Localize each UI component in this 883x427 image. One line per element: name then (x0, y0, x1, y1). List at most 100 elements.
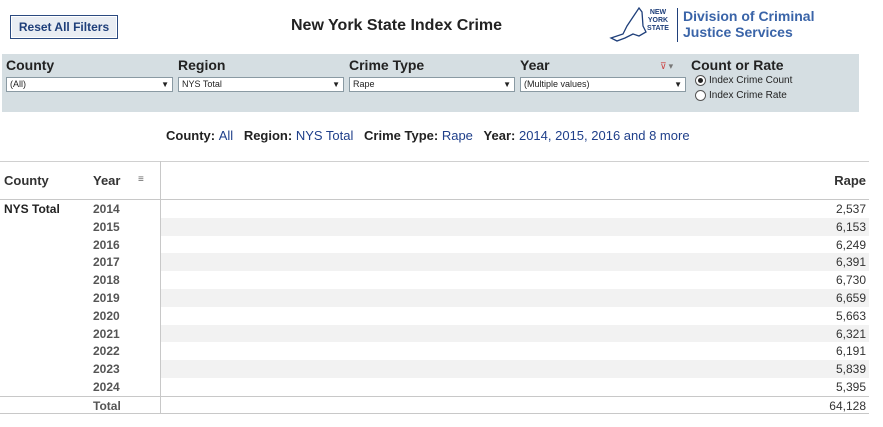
row-year: 2016 (93, 237, 120, 252)
row-band (161, 271, 869, 289)
row-value: 6,153 (835, 219, 866, 234)
logo-divider (677, 8, 678, 42)
row-year: 2014 (93, 202, 120, 216)
row-year: 2023 (93, 362, 120, 377)
logo-line-2: Justice Services (683, 24, 793, 40)
row-band (161, 397, 869, 413)
radio-selected-icon[interactable] (695, 75, 706, 86)
table-total-row: Total 64,128 (0, 395, 869, 414)
county-dropdown-value: (All) (10, 79, 26, 89)
logo-agency-name: Division of Criminal Justice Services (683, 8, 814, 40)
reset-all-filters-button[interactable]: Reset All Filters (10, 15, 118, 39)
radio-index-crime-count[interactable]: Index Crime Count (695, 75, 792, 86)
county-filter: County (All) ▼ (6, 57, 173, 92)
filter-summary: County: All Region: NYS Total Crime Type… (166, 128, 690, 143)
row-value: 5,839 (835, 362, 866, 377)
table-row: 2020 5,663 (0, 307, 869, 325)
page-title: New York State Index Crime (291, 17, 503, 34)
total-value: 64,128 (829, 398, 866, 413)
summary-county-value: All (218, 128, 234, 143)
summary-year-value: 2014, 2015, 2016 and 8 more (518, 128, 690, 143)
row-band (161, 378, 869, 396)
summary-region-key: Region (243, 128, 288, 143)
row-band (161, 342, 869, 360)
county-dropdown[interactable]: (All) ▼ (6, 77, 173, 92)
chevron-down-icon: ▼ (674, 80, 682, 89)
radio-label-rate: Index Crime Rate (709, 90, 787, 101)
table-row: 2023 5,839 (0, 360, 869, 378)
row-value: 6,730 (835, 273, 866, 288)
column-header-county[interactable]: County (4, 173, 49, 188)
chevron-down-icon: ▼ (161, 80, 169, 89)
summary-crime-key: Crime Type: (364, 128, 439, 143)
radio-unselected-icon[interactable] (695, 90, 706, 101)
row-value: 6,249 (835, 237, 866, 252)
table-header: County Year ≡ Rape (0, 161, 869, 200)
region-filter: Region NYS Total ▼ (178, 57, 344, 92)
row-value: 5,395 (835, 379, 866, 394)
clear-filter-icon[interactable]: ⊽ (660, 61, 667, 71)
row-value: 2,537 (835, 202, 866, 216)
row-year: 2020 (93, 308, 120, 323)
row-year: 2021 (93, 326, 120, 341)
year-filter-controls: ⊽ ▾ (660, 61, 673, 72)
table-row: 2014 2,537 (0, 200, 869, 218)
year-filter-label: Year (520, 57, 550, 73)
row-band (161, 200, 869, 218)
row-year: 2022 (93, 344, 120, 359)
row-band (161, 253, 869, 272)
row-year: 2019 (93, 290, 120, 305)
total-label: Total (93, 398, 121, 413)
table-row: 2024 5,395 (0, 378, 869, 396)
crime-type-filter-label: Crime Type (349, 57, 425, 73)
filter-menu-icon[interactable]: ▾ (669, 61, 674, 71)
region-dropdown[interactable]: NYS Total ▼ (178, 77, 344, 92)
count-or-rate-filter: Count or Rate Index Crime Count Index Cr… (691, 57, 851, 101)
column-header-rape[interactable]: Rape (834, 173, 866, 188)
crime-table: County Year ≡ Rape NYS Total 2014 2,537 20… (0, 161, 869, 414)
row-value: 6,659 (835, 290, 866, 305)
chevron-down-icon: ▼ (332, 80, 340, 89)
row-band (161, 307, 869, 325)
region-dropdown-value: NYS Total (182, 79, 222, 89)
region-filter-label: Region (178, 57, 226, 73)
logo-state-text: NEW YORK STATE (647, 9, 669, 32)
crime-type-filter: Crime Type Rape ▼ (349, 57, 515, 92)
row-year: 2017 (93, 255, 120, 270)
crime-type-dropdown[interactable]: Rape ▼ (349, 77, 515, 92)
year-dropdown[interactable]: (Multiple values) ▼ (520, 77, 686, 92)
row-year: 2024 (93, 379, 120, 394)
row-value: 6,391 (835, 255, 866, 270)
table-body: 2014 2,537 2015 6,153 2016 6,249 2017 6,391 2018… (0, 200, 869, 414)
row-value: 6,191 (835, 344, 866, 359)
table-row: 2017 6,391 (0, 253, 869, 272)
radio-index-crime-rate[interactable]: Index Crime Rate (695, 90, 787, 101)
year-dropdown-value: (Multiple values) (524, 79, 590, 89)
summary-crime-value: Rape (441, 128, 473, 143)
sort-icon[interactable]: ≡ (138, 174, 144, 185)
column-header-year[interactable]: Year (93, 173, 120, 188)
table-row: 2022 6,191 (0, 342, 869, 360)
radio-label-count: Index Crime Count (709, 75, 793, 86)
summary-county-key: County (166, 128, 211, 143)
row-band (161, 324, 869, 343)
row-band (161, 236, 869, 254)
row-value: 5,663 (835, 308, 866, 323)
row-band (161, 217, 869, 236)
row-band (161, 360, 869, 378)
summary-year-key: Year: (483, 128, 516, 143)
summary-region-value: NYS Total (295, 128, 354, 143)
logo-line-1: Division of Criminal (683, 8, 815, 24)
row-year: 2018 (93, 273, 120, 288)
dcjs-logo: NEW YORK STATE Division of Criminal Just… (609, 4, 819, 48)
table-row: 2015 6,153 (0, 217, 869, 236)
row-band (161, 288, 869, 307)
table-row: 2021 6,321 (0, 324, 869, 343)
year-filter: Year ⊽ ▾ (Multiple values) ▼ (520, 57, 686, 92)
count-or-rate-label: Count or Rate (691, 57, 784, 73)
table-row: 2018 6,730 (0, 271, 869, 289)
crime-type-dropdown-value: Rape (353, 79, 375, 89)
row-value: 6,321 (835, 326, 866, 341)
filter-panel: County (All) ▼ Region NYS Total ▼ Crime … (2, 54, 859, 112)
table-row: 2019 6,659 (0, 288, 869, 307)
